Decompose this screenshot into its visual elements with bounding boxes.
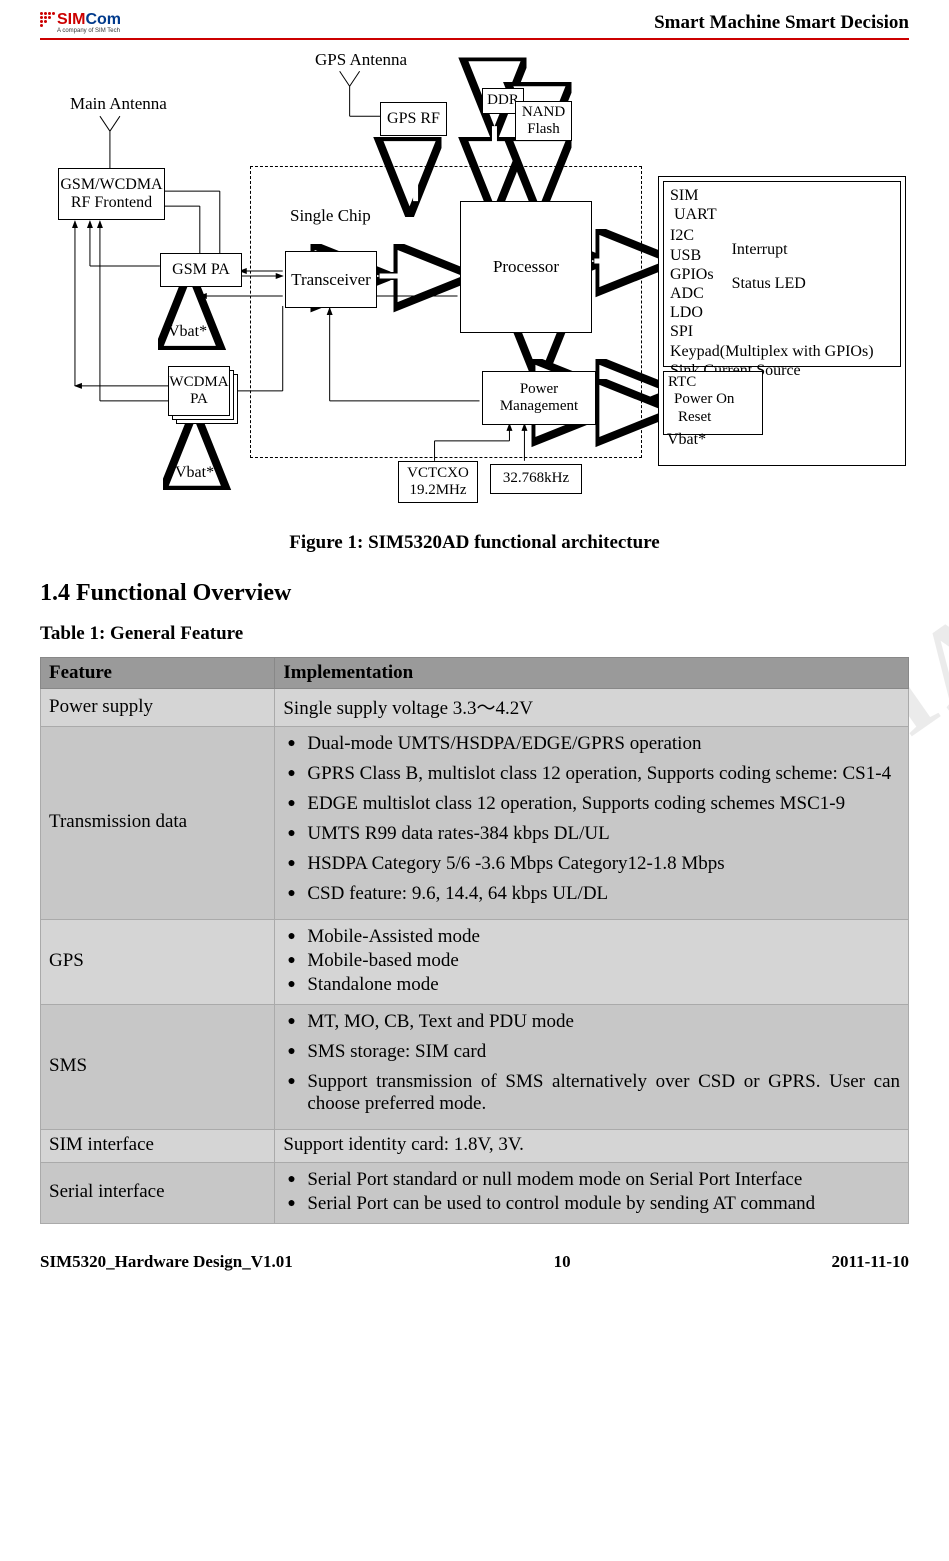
page-footer: SIM5320_Hardware Design_V1.01 10 2011-11…	[40, 1252, 909, 1272]
io-keypad: Keypad(Multiplex with GPIOs)	[670, 342, 894, 361]
cell-feature: Serial interface	[41, 1163, 275, 1224]
box-gps-rf: GPS RF	[380, 102, 447, 136]
doc-header-title: Smart Machine Smart Decision	[654, 12, 909, 34]
io-usb: USB	[670, 246, 714, 265]
box-processor: Processor	[460, 201, 592, 333]
list-item: GPRS Class B, multislot class 12 operati…	[283, 763, 900, 785]
io-adc: ADC	[670, 284, 714, 303]
table-row: GPS Mobile-Assisted mode Mobile-based mo…	[41, 920, 909, 1005]
architecture-diagram: Main Antenna GPS Antenna GPS RF DDR NAND…	[40, 46, 909, 526]
box-gsm-pa: GSM PA	[160, 253, 242, 287]
cell-impl: Serial Port standard or null modem mode …	[275, 1163, 909, 1224]
box-rf-frontend: GSM/WCDMA RF Frontend	[58, 168, 165, 220]
list-item: Support transmission of SMS alternativel…	[283, 1071, 900, 1115]
list-item: CSD feature: 9.6, 14.4, 64 kbps UL/DL	[283, 883, 900, 905]
list-item: Standalone mode	[283, 974, 900, 996]
table-header-row: Feature Implementation	[41, 658, 909, 689]
box-vctcxo: VCTCXO 19.2MHz	[398, 461, 478, 503]
cell-feature: Power supply	[41, 689, 275, 727]
footer-page-no: 10	[554, 1252, 571, 1272]
table-caption: Table 1: General Feature	[40, 623, 909, 645]
label-vbat-3: Vbat*	[667, 431, 706, 449]
io-status-led: Status LED	[732, 274, 806, 293]
label-single-chip: Single Chip	[290, 206, 371, 226]
list-item: Mobile-based mode	[283, 950, 900, 972]
simcom-logo: SIMCom A company of SIM Tech	[40, 12, 121, 34]
io-uart: UART	[670, 205, 894, 224]
th-feature: Feature	[41, 658, 275, 689]
list-item: Serial Port standard or null modem mode …	[283, 1169, 900, 1191]
table-row: SMS MT, MO, CB, Text and PDU mode SMS st…	[41, 1005, 909, 1130]
box-32khz: 32.768kHz	[490, 464, 582, 494]
box-transceiver: Transceiver	[285, 251, 377, 308]
cell-feature: SMS	[41, 1005, 275, 1130]
cell-impl: Single supply voltage 3.3～4.2V	[275, 689, 909, 727]
box-nand-flash: NAND Flash	[515, 101, 572, 141]
list-item: EDGE multislot class 12 operation, Suppo…	[283, 793, 900, 815]
page-header: SIMCom A company of SIM Tech Smart Machi…	[40, 12, 909, 40]
figure-caption: Figure 1: SIM5320AD functional architect…	[40, 532, 909, 554]
box-rtc: RTC Power On Reset	[663, 371, 763, 435]
label-vbat-2: Vbat*	[175, 464, 214, 482]
list-item: MT, MO, CB, Text and PDU mode	[283, 1011, 900, 1033]
list-item: Mobile-Assisted mode	[283, 926, 900, 948]
cell-impl: Mobile-Assisted mode Mobile-based mode S…	[275, 920, 909, 1005]
footer-doc: SIM5320_Hardware Design_V1.01	[40, 1252, 293, 1272]
cell-feature: SIM interface	[41, 1130, 275, 1163]
io-i2c: I2C	[670, 226, 714, 245]
io-gpios: GPIOs	[670, 265, 714, 284]
label-vbat-1: Vbat*	[168, 323, 207, 341]
section-heading: 1.4 Functional Overview	[40, 580, 909, 607]
io-sim: SIM	[670, 186, 894, 205]
table-row: Transmission data Dual-mode UMTS/HSDPA/E…	[41, 727, 909, 920]
io-ldo: LDO	[670, 303, 714, 322]
cell-impl: Support identity card: 1.8V, 3V.	[275, 1130, 909, 1163]
table-row: SIM interface Support identity card: 1.8…	[41, 1130, 909, 1163]
cell-impl: MT, MO, CB, Text and PDU mode SMS storag…	[275, 1005, 909, 1130]
cell-impl: Dual-mode UMTS/HSDPA/EDGE/GPRS operation…	[275, 727, 909, 920]
list-item: SMS storage: SIM card	[283, 1041, 900, 1063]
list-item: HSDPA Category 5/6 -3.6 Mbps Category12-…	[283, 853, 900, 875]
io-spi: SPI	[670, 322, 714, 341]
list-item: Serial Port can be used to control modul…	[283, 1193, 900, 1215]
io-interrupt: Interrupt	[732, 240, 806, 259]
box-power-mgmt: Power Management	[482, 371, 596, 425]
table-row: Power supply Single supply voltage 3.3～4…	[41, 689, 909, 727]
list-item: Dual-mode UMTS/HSDPA/EDGE/GPRS operation	[283, 733, 900, 755]
box-wcdma-pa: WCDMA PA	[168, 366, 230, 416]
table-row: Serial interface Serial Port standard or…	[41, 1163, 909, 1224]
th-impl: Implementation	[275, 658, 909, 689]
footer-date: 2011-11-10	[832, 1252, 909, 1272]
list-item: UMTS R99 data rates-384 kbps DL/UL	[283, 823, 900, 845]
label-main-antenna: Main Antenna	[70, 94, 167, 114]
cell-feature: GPS	[41, 920, 275, 1005]
cell-feature: Transmission data	[41, 727, 275, 920]
general-feature-table: Feature Implementation Power supply Sing…	[40, 657, 909, 1224]
label-gps-antenna: GPS Antenna	[315, 50, 407, 70]
